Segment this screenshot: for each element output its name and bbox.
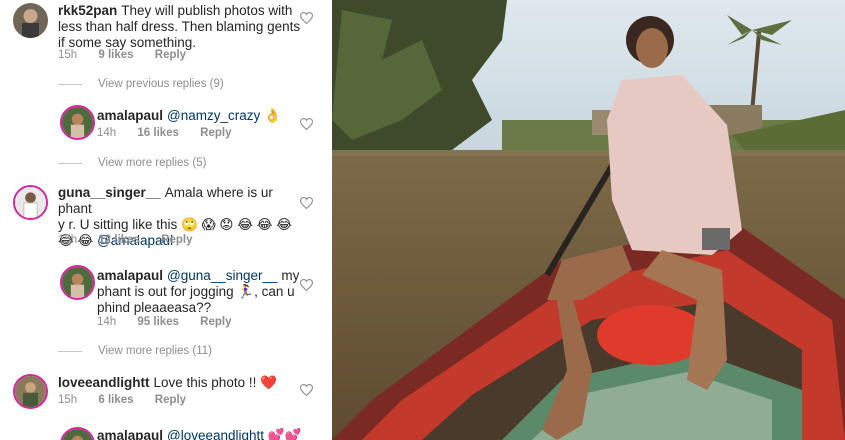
heart-icon[interactable]	[300, 197, 313, 209]
comment-time[interactable]: 15h	[58, 49, 77, 61]
comment-time[interactable]: 15h	[58, 234, 77, 246]
avatar[interactable]	[60, 105, 95, 140]
comment-line: phant is out for jogging 🏃‍♀️, can u	[97, 284, 295, 299]
comment-likes[interactable]: 9 likes	[98, 49, 133, 61]
reply-button[interactable]: Reply	[200, 127, 231, 139]
view-replies-label[interactable]: View previous replies (9)	[98, 78, 224, 90]
comment-body: my	[281, 268, 300, 283]
avatar[interactable]	[13, 185, 48, 220]
mention-link[interactable]: @guna__singer__	[167, 268, 278, 283]
reply-button[interactable]: Reply	[200, 316, 231, 328]
divider-line	[58, 350, 82, 352]
comment-line: amalapaul @guna__singer__ my	[97, 268, 307, 284]
comment-username[interactable]: rkk52pan	[58, 3, 117, 18]
view-more-replies[interactable]: View more replies (11)	[58, 345, 212, 357]
comment-meta: 14h 16 likes Reply	[97, 127, 250, 139]
comment-emoji: 💕💕	[267, 428, 302, 440]
comment-text: amalapaul @guna__singer__ my phant is out…	[97, 268, 307, 316]
comment-likes[interactable]: 16 likes	[137, 127, 179, 139]
comment-time[interactable]: 14h	[97, 127, 116, 139]
avatar[interactable]	[60, 427, 95, 440]
reply-button[interactable]: Reply	[155, 49, 186, 61]
comment-username[interactable]: guna__singer__	[58, 185, 161, 200]
comment-username[interactable]: amalapaul	[97, 428, 163, 440]
heart-icon[interactable]	[300, 118, 313, 130]
comment-line: y r. U sitting like this 🙄 😱 😟 😂 😂 😂	[58, 217, 293, 232]
heart-icon[interactable]	[300, 279, 313, 291]
comment-likes[interactable]: 6 likes	[98, 394, 133, 406]
comment-meta: 15h 9 likes Reply	[58, 49, 204, 61]
avatar[interactable]	[13, 374, 48, 409]
comment-emoji: 👌	[264, 108, 281, 123]
mention-link[interactable]: @loveeandlightt	[167, 428, 264, 440]
comment-meta: 15h 6 likes Reply	[58, 394, 204, 406]
divider-line	[58, 162, 82, 164]
comment-time[interactable]: 14h	[97, 316, 116, 328]
view-replies-label[interactable]: View more replies (11)	[98, 345, 212, 357]
comment-body: Love this photo !! ❤️	[153, 375, 277, 390]
mention-link[interactable]: @namzy_crazy	[167, 108, 260, 123]
view-more-replies[interactable]: View more replies (5)	[58, 157, 206, 169]
comment-line: guna__singer__ Amala where is ur phant	[58, 185, 308, 217]
comment-line: phind pleaaeasa??	[97, 300, 212, 315]
comment-text: loveeandlightt Love this photo !! ❤️	[58, 375, 308, 391]
comment-time[interactable]: 15h	[58, 394, 77, 406]
comment-text: amalapaul @loveeandlightt 💕💕	[97, 428, 317, 440]
avatar[interactable]	[60, 265, 95, 300]
comment-likes[interactable]: 95 likes	[137, 316, 179, 328]
post-photo	[332, 0, 845, 440]
comment-text: rkk52pan They will publish photos with le…	[58, 3, 308, 51]
heart-icon[interactable]	[300, 12, 313, 24]
comment-username[interactable]: loveeandlightt	[58, 375, 150, 390]
river-boat-photo	[332, 0, 845, 440]
comment-meta: 14h 95 likes Reply	[97, 316, 250, 328]
reply-button[interactable]: Reply	[155, 394, 186, 406]
divider-line	[58, 83, 82, 85]
comment-username[interactable]: amalapaul	[97, 268, 163, 283]
view-replies-label[interactable]: View more replies (5)	[98, 157, 206, 169]
comment-likes[interactable]: 12 likes	[98, 234, 140, 246]
reply-button[interactable]: Reply	[161, 234, 192, 246]
view-previous-replies[interactable]: View previous replies (9)	[58, 78, 224, 90]
comment-username[interactable]: amalapaul	[97, 108, 163, 123]
comments-panel: rkk52pan They will publish photos with le…	[0, 0, 332, 440]
comment-text: amalapaul @namzy_crazy 👌	[97, 108, 297, 124]
avatar[interactable]	[13, 3, 48, 38]
heart-icon[interactable]	[300, 384, 313, 396]
comment-meta: 15h 12 likes Reply	[58, 234, 211, 246]
